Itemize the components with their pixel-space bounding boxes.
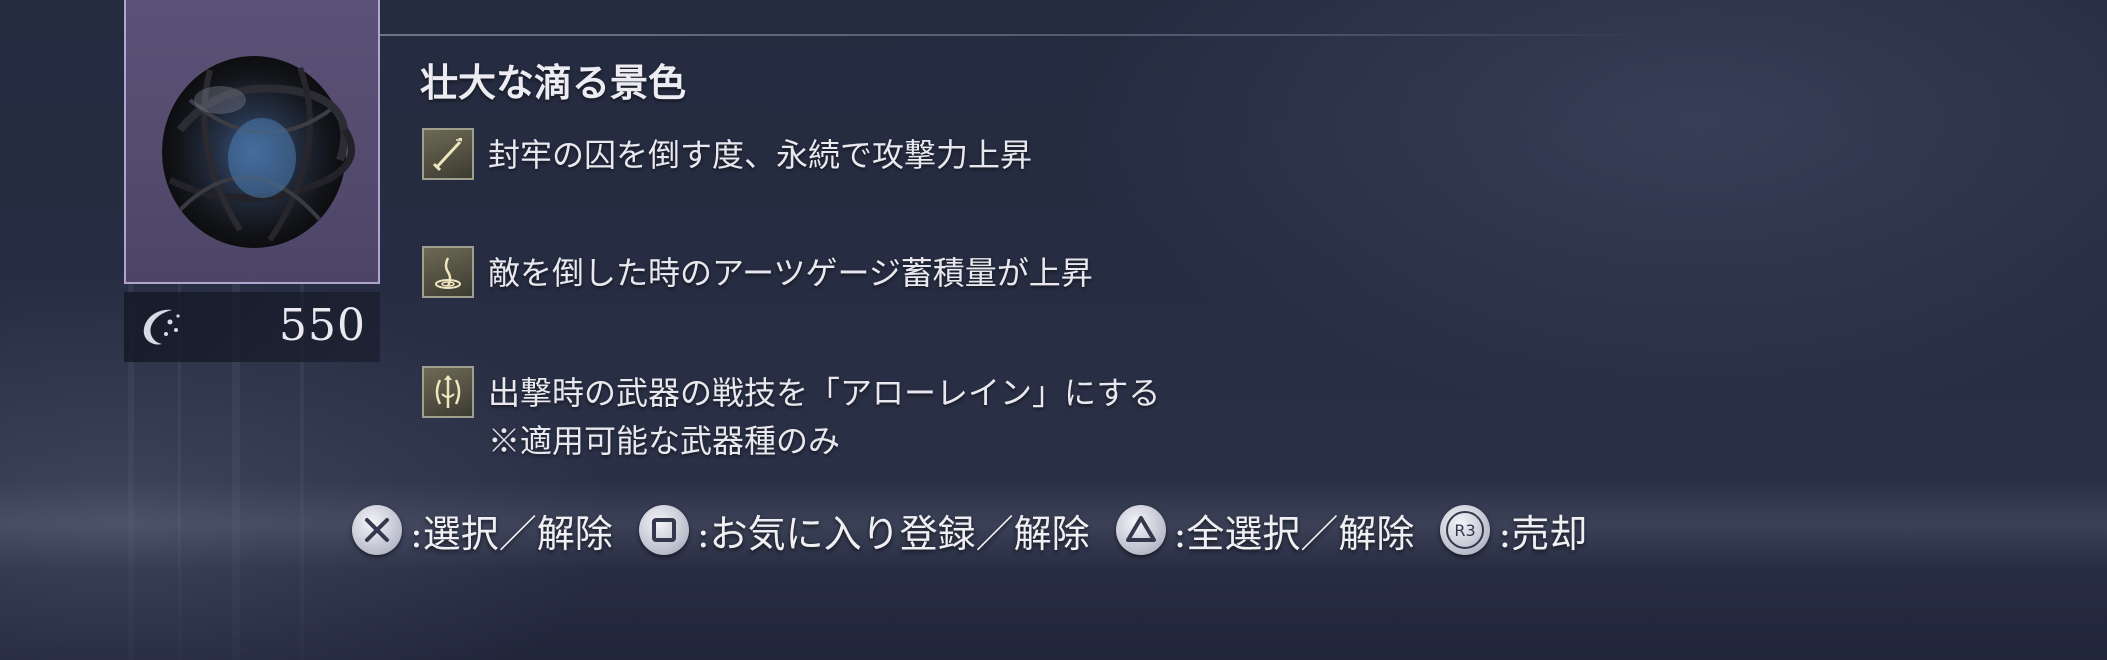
relic-card[interactable] (124, 0, 380, 284)
favorite-toggle-label: :お気に入り登録／解除 (696, 511, 1090, 556)
select-toggle-control[interactable]: :選択／解除 (352, 503, 613, 558)
cross-button-icon (352, 505, 402, 555)
r3-button-icon: R3 (1440, 505, 1491, 555)
select-toggle-label: :選択／解除 (410, 511, 613, 556)
favorite-toggle-control[interactable]: :お気に入り登録／解除 (638, 503, 1090, 558)
cost-value: 550 (279, 300, 366, 351)
sell-control[interactable]: R3 :売却 (1440, 503, 1587, 558)
currency-icon (143, 309, 180, 345)
header-divider (380, 34, 1650, 36)
select-all-control[interactable]: :全選択／解除 (1115, 503, 1415, 558)
effect-text: 封牢の囚を倒す度、永続で攻撃力上昇 (488, 136, 1033, 174)
select-all-label: :全選択／解除 (1173, 511, 1415, 556)
weapon-skill-icon (422, 366, 474, 418)
relic-name: 壮大な滴る景色 (420, 60, 687, 105)
relic-detail-screen: 550 壮大な滴る景色 封牢の囚を倒す度、永続で攻撃力上昇 敵を倒した時のアーツ… (0, 0, 2107, 660)
effect-text: 出撃時の武器の戦技を「アローレイン」にする (488, 374, 1161, 412)
sword-attack-icon (422, 128, 474, 180)
square-button-icon (638, 505, 689, 555)
cost-display: 550 (124, 292, 380, 362)
r3-button-text: R3 (1455, 521, 1476, 540)
dark-tangled-orb-icon (162, 56, 356, 248)
sell-label: :売却 (1498, 511, 1588, 556)
effect-text: 敵を倒した時のアーツゲージ蓄積量が上昇 (488, 254, 1093, 292)
arts-gauge-icon (422, 246, 474, 298)
triangle-button-icon (1115, 505, 1166, 555)
effect-note: ※適用可能な武器種のみ (488, 422, 841, 460)
button-guide: :選択／解除 :お気に入り登録／解除 :全選択／解除 R3 :売却 (352, 500, 1613, 560)
